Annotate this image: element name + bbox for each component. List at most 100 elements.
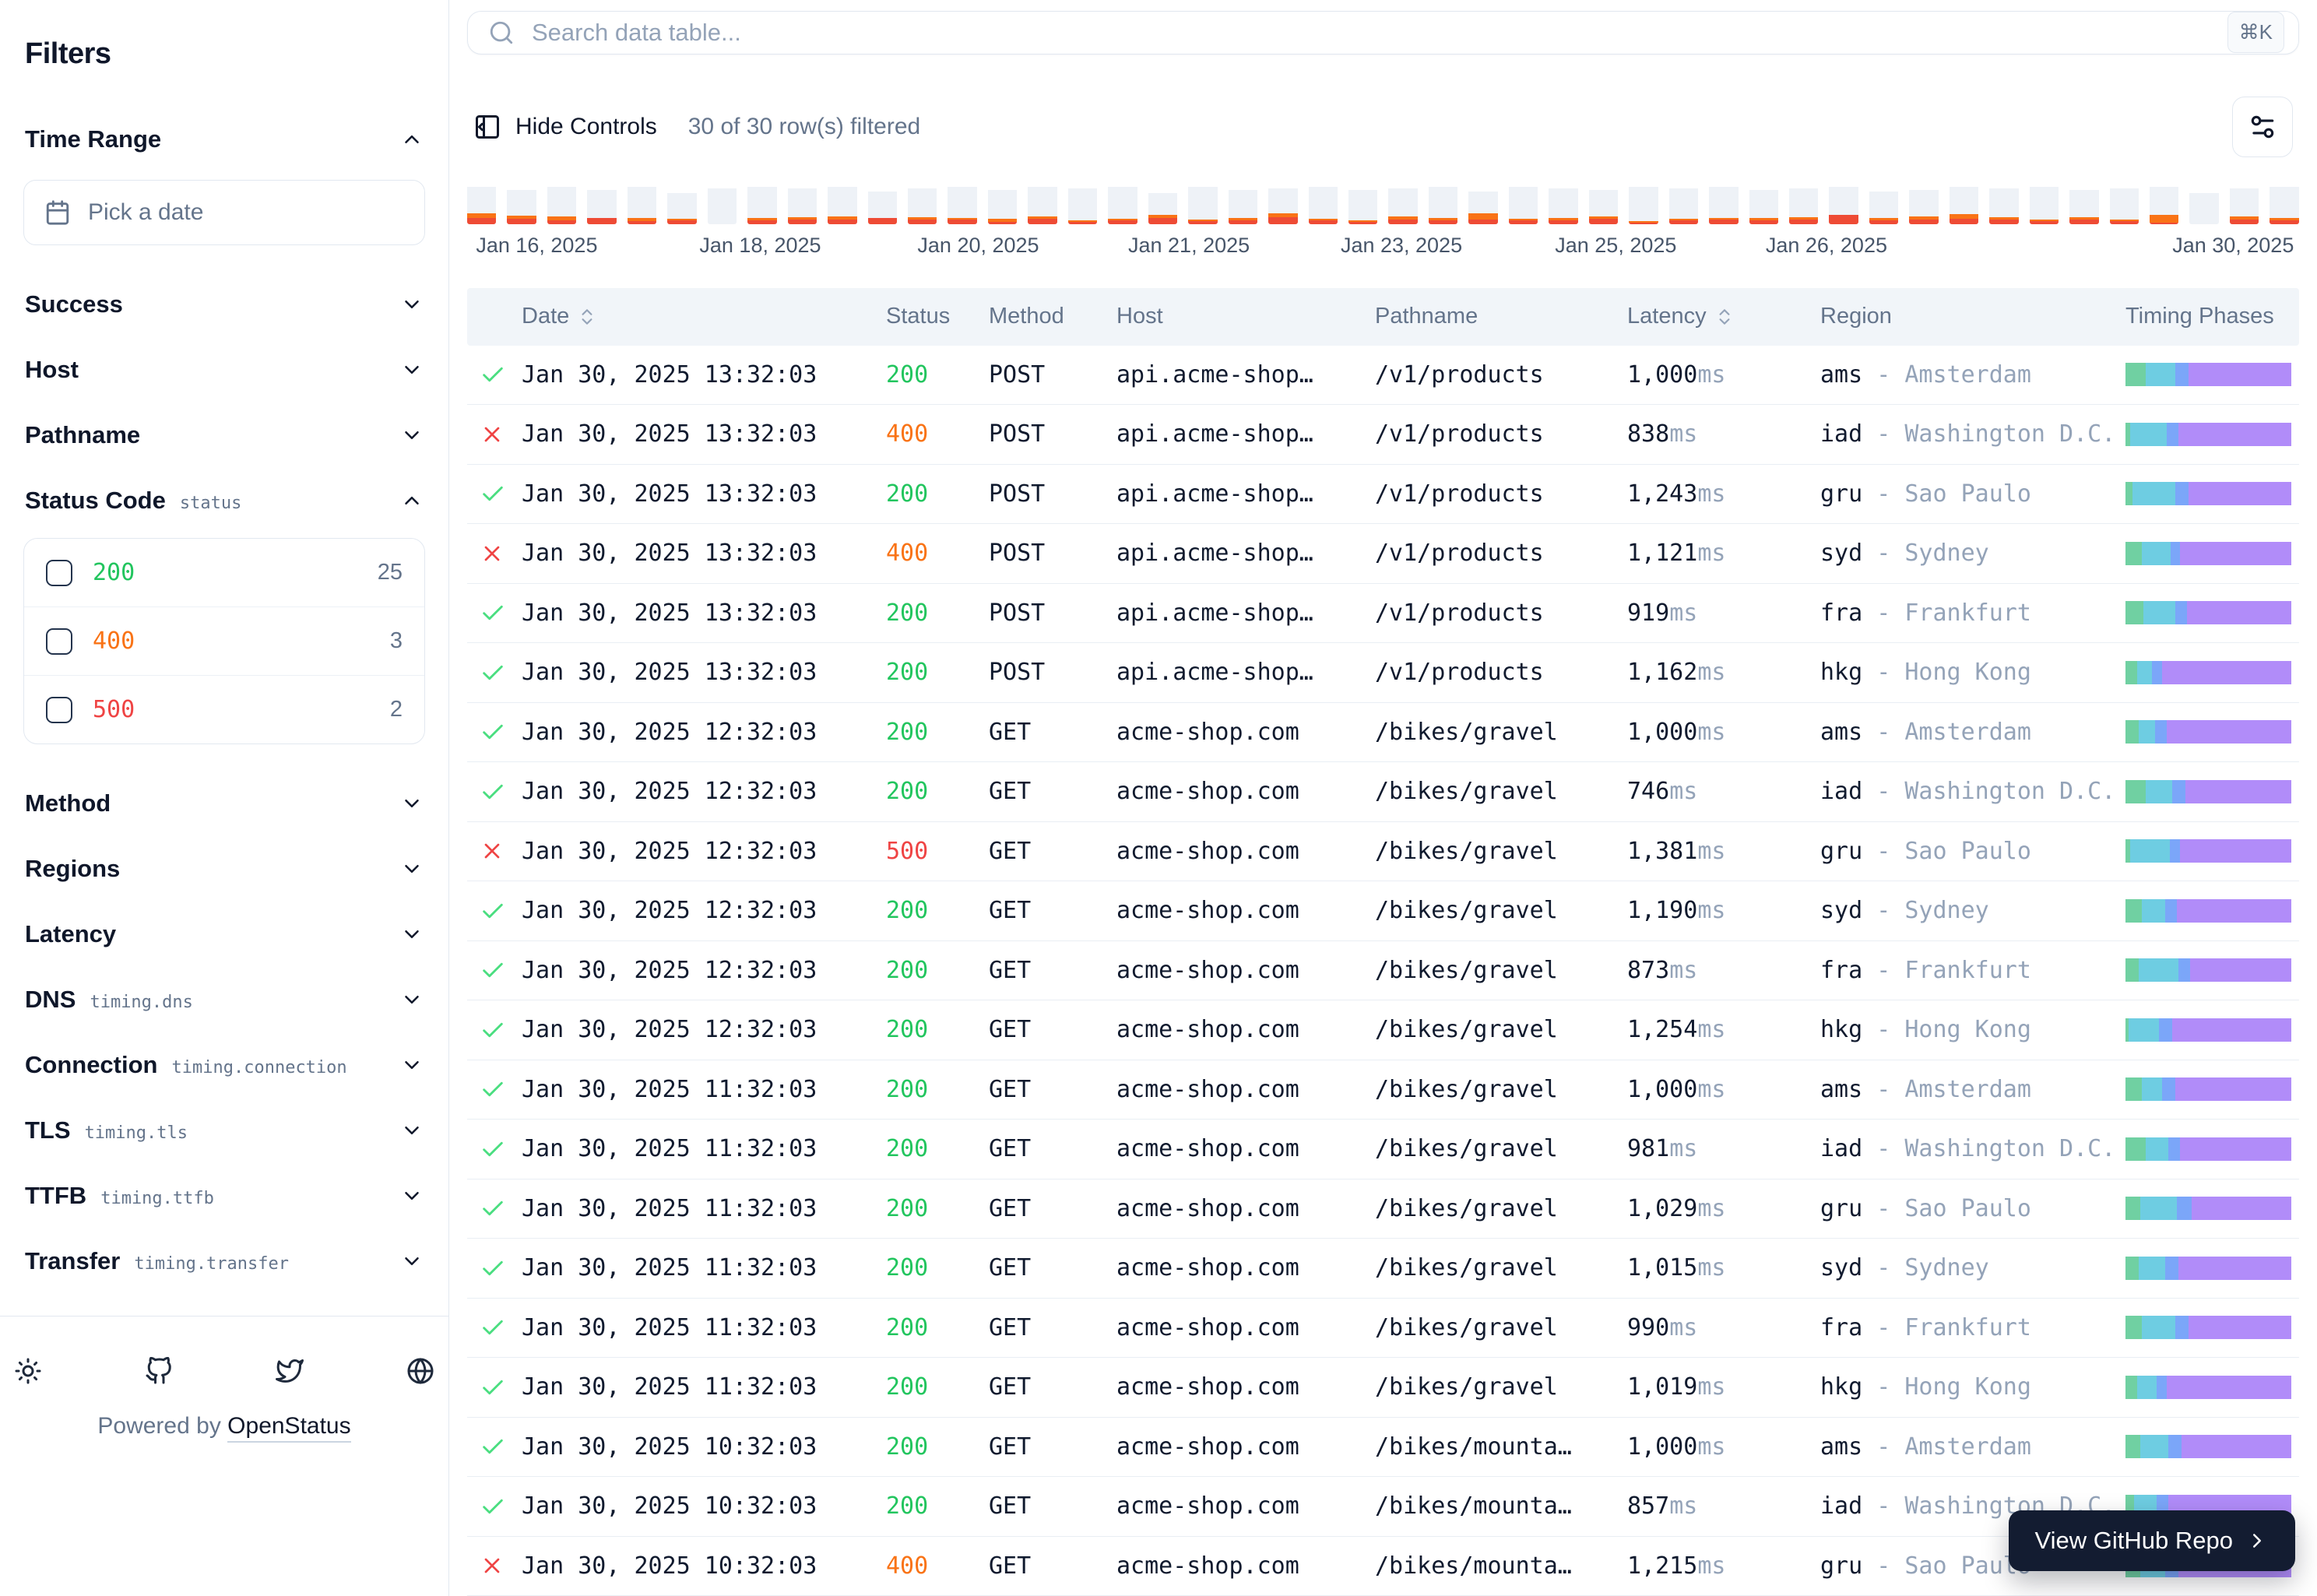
timeline-bar[interactable] [1669,185,1698,224]
checkbox[interactable] [46,697,72,723]
timeline-bar[interactable] [1148,190,1177,224]
table-row[interactable]: Jan 30, 2025 12:32:03 200 GET acme-shop.… [467,1000,2299,1060]
timeline-bar[interactable] [1348,187,1377,224]
timeline-bar[interactable] [908,185,937,224]
sidebar-section-dns[interactable]: DNS timing.dns [23,967,425,1032]
timeline-bar[interactable] [467,184,496,224]
checkbox[interactable] [46,560,72,586]
timeline-bar[interactable] [2030,184,2059,224]
table-row[interactable]: Jan 30, 2025 12:32:03 200 GET acme-shop.… [467,881,2299,941]
timeline-bar[interactable] [1509,184,1538,224]
timeline-bar[interactable] [2110,185,2139,224]
table-row[interactable]: Jan 30, 2025 12:32:03 500 GET acme-shop.… [467,822,2299,882]
sidebar-section-host[interactable]: Host [23,337,425,403]
sidebar-section-status-code[interactable]: Status Code status [23,468,425,533]
timeline-bar[interactable] [1749,187,1778,224]
sidebar-section-ttfb[interactable]: TTFB timing.ttfb [23,1163,425,1229]
view-github-repo-button[interactable]: View GitHub Repo [2009,1510,2295,1571]
timeline-bar[interactable] [1709,184,1738,224]
timeline-bar[interactable] [708,185,737,224]
timeline-bar[interactable] [1789,185,1818,224]
openstatus-link[interactable]: OpenStatus [227,1413,350,1443]
table-row[interactable]: Jan 30, 2025 11:32:03 200 GET acme-shop.… [467,1060,2299,1120]
timeline-bar[interactable] [828,184,856,224]
timeline-bar[interactable] [1468,188,1497,224]
status-option-200[interactable]: 200 25 [24,539,424,606]
sidebar-section-success[interactable]: Success [23,272,425,337]
table-row[interactable]: Jan 30, 2025 11:32:03 200 GET acme-shop.… [467,1179,2299,1239]
timeline-bar[interactable] [1950,184,1978,224]
table-row[interactable]: Jan 30, 2025 13:32:03 200 POST api.acme-… [467,346,2299,406]
table-row[interactable]: Jan 30, 2025 11:32:03 200 GET acme-shop.… [467,1120,2299,1179]
column-header-pathname[interactable]: Pathname [1366,304,1618,329]
sidebar-section-time-range[interactable]: Time Range [23,107,425,172]
table-row[interactable]: Jan 30, 2025 13:32:03 400 POST api.acme-… [467,405,2299,465]
table-row[interactable]: Jan 30, 2025 13:32:03 200 POST api.acme-… [467,643,2299,703]
sidebar-section-connection[interactable]: Connection timing.connection [23,1032,425,1098]
timeline-bar[interactable] [2069,187,2098,224]
timeline-bar[interactable] [1028,184,1057,224]
timeline-bar[interactable] [1309,184,1338,224]
timeline-bar[interactable] [948,184,976,224]
timeline-bar[interactable] [1068,185,1097,224]
column-header-status[interactable]: Status [877,304,979,329]
timeline-bar[interactable] [547,184,576,224]
twitter-icon[interactable] [276,1357,304,1385]
globe-icon[interactable] [406,1357,434,1385]
timeline-bar[interactable] [2150,184,2178,224]
timeline-bar[interactable] [868,188,897,224]
theme-toggle-sun-icon[interactable] [14,1357,42,1385]
table-row[interactable]: Jan 30, 2025 13:32:03 400 POST api.acme-… [467,524,2299,584]
sidebar-section-transfer[interactable]: Transfer timing.transfer [23,1229,425,1294]
github-icon[interactable] [145,1357,173,1385]
timeline-bar[interactable] [1229,187,1257,224]
timeline-bar[interactable] [788,185,817,224]
column-header-date[interactable]: Date [512,304,877,329]
timeline-bar[interactable] [1909,187,1938,224]
timeline-bar[interactable] [1829,184,1858,224]
search-input[interactable] [530,18,2212,47]
timeline-bar[interactable] [2230,185,2259,224]
table-row[interactable]: Jan 30, 2025 11:32:03 200 GET acme-shop.… [467,1358,2299,1418]
sidebar-section-pathname[interactable]: Pathname [23,403,425,468]
table-row[interactable]: Jan 30, 2025 12:32:03 200 GET acme-shop.… [467,703,2299,763]
table-row[interactable]: Jan 30, 2025 12:32:03 200 GET acme-shop.… [467,941,2299,1001]
table-row[interactable]: Jan 30, 2025 13:32:03 200 POST api.acme-… [467,465,2299,525]
table-row[interactable]: Jan 30, 2025 13:32:03 200 POST api.acme-… [467,584,2299,644]
column-header-method[interactable]: Method [979,304,1107,329]
timeline-bar[interactable] [587,187,616,224]
table-row[interactable]: Jan 30, 2025 12:32:03 200 GET acme-shop.… [467,762,2299,822]
timeline-bar[interactable] [1629,184,1658,224]
date-picker-input[interactable]: Pick a date [23,180,425,245]
timeline-bar[interactable] [667,190,696,224]
timeline-bar[interactable] [507,187,536,224]
timeline-bar[interactable] [1549,185,1577,224]
timeline-bar[interactable] [2189,190,2218,224]
column-header-timing-phases[interactable]: Timing Phases [2116,304,2299,329]
column-header-region[interactable]: Region [1811,304,2116,329]
column-header-latency[interactable]: Latency [1618,304,1811,329]
status-option-400[interactable]: 400 3 [24,606,424,675]
sidebar-section-latency[interactable]: Latency [23,902,425,967]
timeline-bar[interactable] [1188,184,1217,224]
sidebar-section-regions[interactable]: Regions [23,836,425,902]
checkbox[interactable] [46,628,72,655]
timeline-bar[interactable] [628,184,656,224]
timeline-bar[interactable] [1869,188,1898,224]
timeline-bar[interactable] [988,187,1017,224]
sidebar-section-tls[interactable]: TLS timing.tls [23,1098,425,1163]
timeline-bar[interactable] [1268,185,1297,224]
view-settings-button[interactable] [2232,97,2293,157]
timeline-bar[interactable] [1108,184,1137,224]
sidebar-section-method[interactable]: Method [23,771,425,836]
timeline-bar[interactable] [1989,185,2018,224]
timeline-bar[interactable] [1589,187,1618,224]
timeline-bar[interactable] [1429,184,1457,224]
timeline-bar[interactable] [747,184,776,224]
table-row[interactable]: Jan 30, 2025 11:32:03 200 GET acme-shop.… [467,1299,2299,1359]
hide-controls-button[interactable]: Hide Controls [473,113,657,141]
timeline-bar[interactable] [1388,185,1417,224]
column-header-host[interactable]: Host [1107,304,1366,329]
status-option-500[interactable]: 500 2 [24,675,424,744]
table-row[interactable]: Jan 30, 2025 10:32:03 200 GET acme-shop.… [467,1418,2299,1478]
